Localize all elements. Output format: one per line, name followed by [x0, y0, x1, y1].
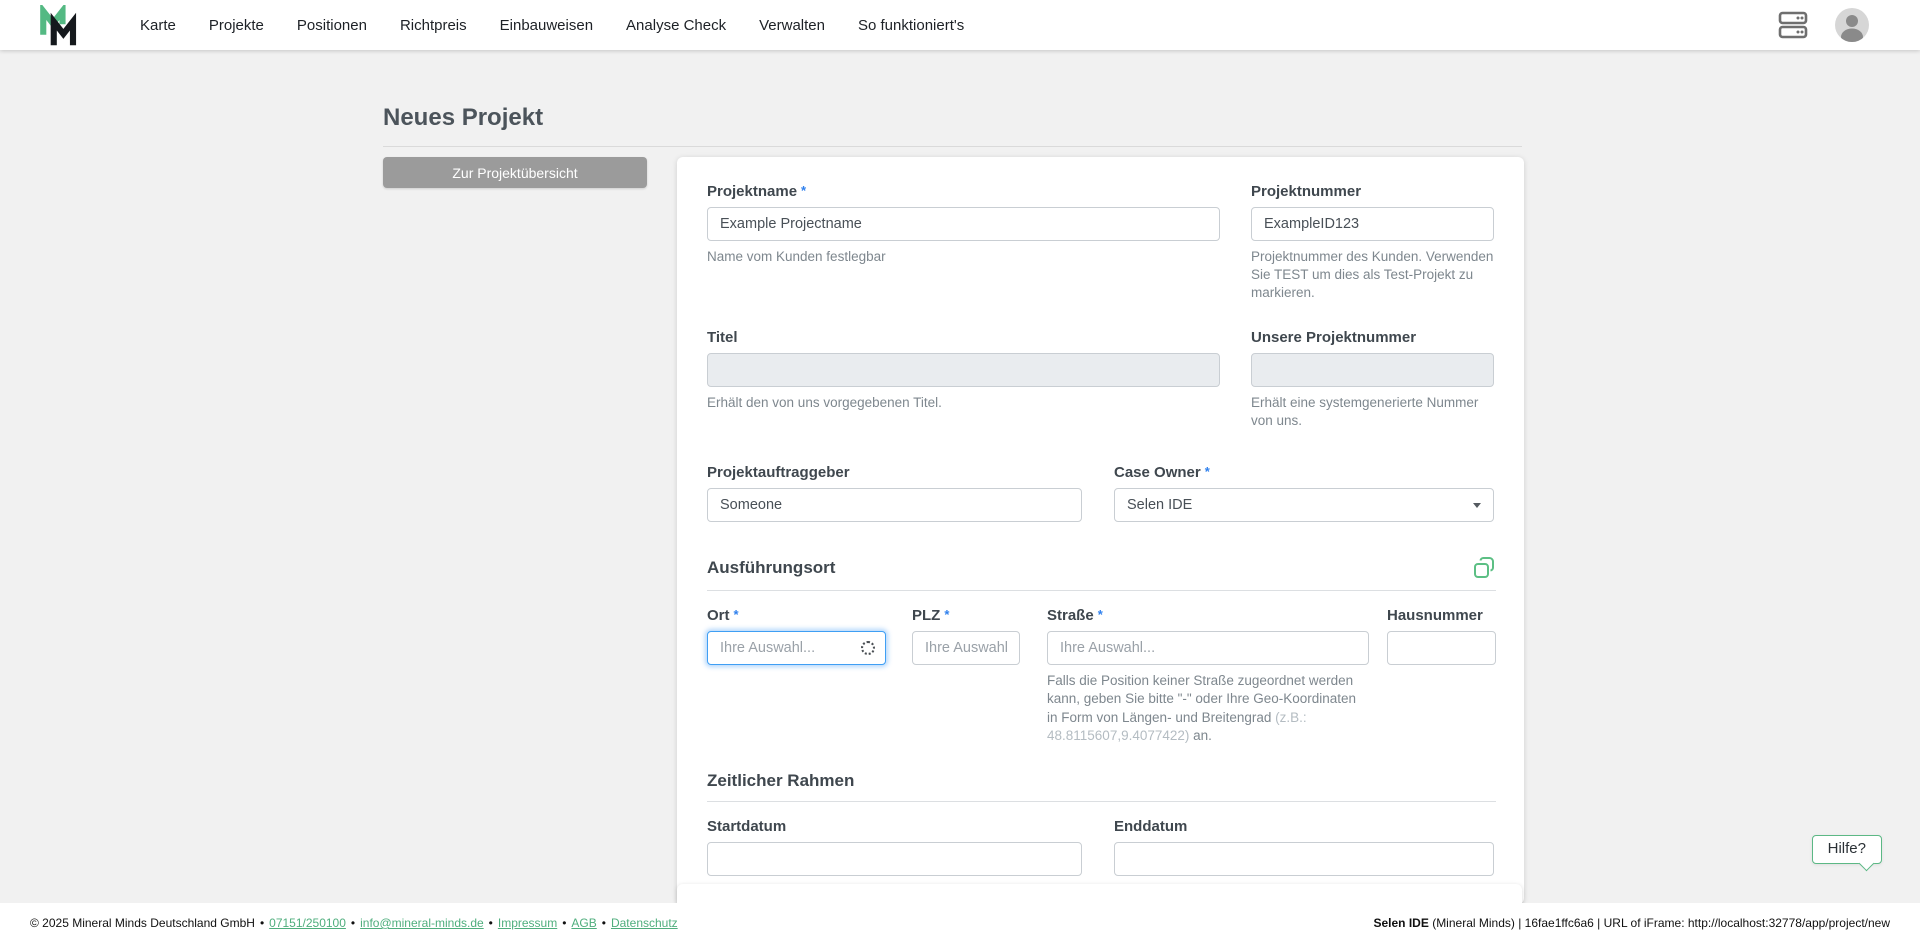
required-asterisk: * — [1205, 464, 1210, 479]
footer-copyright: © 2025 Mineral Minds Deutschland GmbH — [30, 916, 255, 930]
projektname-input[interactable] — [707, 207, 1220, 241]
nav-so-funktionierts[interactable]: So funktioniert's — [858, 17, 964, 34]
projektauftraggeber-label: Projektauftraggeber — [707, 464, 1082, 481]
footer-link-agb[interactable]: AGB — [571, 916, 596, 930]
projektnummer-help: Projektnummer des Kunden. Verwenden Sie … — [1251, 248, 1494, 303]
ort-combobox[interactable] — [707, 631, 886, 665]
projektnummer-label: Projektnummer — [1251, 183, 1494, 200]
required-asterisk: * — [944, 607, 949, 622]
strasse-help: Falls die Position keiner Straße zugeord… — [1047, 672, 1369, 745]
section-divider — [707, 590, 1496, 591]
back-to-project-overview-button[interactable]: Zur Projektübersicht — [383, 157, 647, 188]
case-owner-selected-value: Selen IDE — [1127, 497, 1192, 513]
nav-verwalten[interactable]: Verwalten — [759, 17, 825, 34]
help-button[interactable]: Hilfe? — [1812, 835, 1882, 864]
page-title: Neues Projekt — [383, 104, 1522, 132]
case-owner-select[interactable]: Selen IDE — [1114, 488, 1494, 522]
main-navigation: Karte Projekte Positionen Richtpreis Ein… — [140, 17, 964, 34]
case-owner-label: Case Owner* — [1114, 464, 1494, 481]
ort-input[interactable] — [710, 633, 861, 663]
titel-label: Titel — [707, 329, 1220, 346]
footer-link-impressum[interactable]: Impressum — [498, 916, 557, 930]
unsere-projektnummer-input — [1251, 353, 1494, 387]
ausfuehrungsort-section-title: Ausführungsort — [707, 558, 835, 578]
startdatum-label: Startdatum — [707, 818, 1082, 835]
nav-richtpreis[interactable]: Richtpreis — [400, 17, 467, 34]
projektnummer-input[interactable] — [1251, 207, 1494, 241]
unsere-projektnummer-help: Erhält eine systemgenerierte Nummer von … — [1251, 394, 1494, 430]
server-rack-icon[interactable] — [1778, 11, 1808, 39]
nav-positionen[interactable]: Positionen — [297, 17, 367, 34]
unsere-projektnummer-label: Unsere Projektnummer — [1251, 329, 1494, 346]
section-divider — [707, 801, 1496, 802]
page-content: Neues Projekt Zur Projektübersicht Proje… — [0, 50, 1920, 904]
hausnummer-input[interactable] — [1387, 631, 1496, 665]
ort-label: Ort* — [707, 607, 886, 624]
copy-icon[interactable] — [1472, 556, 1496, 580]
hausnummer-label: Hausnummer — [1387, 607, 1496, 624]
plz-input[interactable] — [912, 631, 1020, 665]
titel-help: Erhält den von uns vorgegebenen Titel. — [707, 394, 1220, 412]
footer: © 2025 Mineral Minds Deutschland GmbH•07… — [0, 903, 1920, 943]
footer-session-info: Selen IDE (Mineral Minds) | 16fae1ffc6a6… — [1374, 916, 1891, 930]
title-divider — [383, 146, 1522, 147]
nav-einbauweisen[interactable]: Einbauweisen — [500, 17, 593, 34]
plz-label: PLZ* — [912, 607, 1020, 624]
enddatum-label: Enddatum — [1114, 818, 1494, 835]
footer-link-email[interactable]: info@mineral-minds.de — [360, 916, 484, 930]
required-asterisk: * — [1098, 607, 1103, 622]
footer-left: © 2025 Mineral Minds Deutschland GmbH•07… — [30, 916, 678, 930]
help-button-label: Hilfe? — [1828, 840, 1866, 857]
required-asterisk: * — [734, 607, 739, 622]
required-asterisk: * — [801, 183, 806, 198]
nav-projekte[interactable]: Projekte — [209, 17, 264, 34]
enddatum-input[interactable] — [1114, 842, 1494, 876]
projektname-help: Name vom Kunden festlegbar — [707, 248, 1220, 266]
strasse-input[interactable] — [1047, 631, 1369, 665]
zeitlicher-rahmen-section-title: Zeitlicher Rahmen — [707, 771, 854, 791]
footer-link-phone[interactable]: 07151/250100 — [269, 916, 346, 930]
projektauftraggeber-input[interactable] — [707, 488, 1082, 522]
footer-link-datenschutz[interactable]: Datenschutz — [611, 916, 678, 930]
titel-input — [707, 353, 1220, 387]
new-project-form-card: Projektname* Name vom Kunden festlegbar … — [677, 157, 1524, 904]
strasse-label: Straße* — [1047, 607, 1369, 624]
nav-karte[interactable]: Karte — [140, 17, 176, 34]
spinner-icon — [861, 641, 875, 655]
chevron-down-icon — [1473, 503, 1481, 508]
user-avatar-icon[interactable] — [1834, 7, 1870, 43]
projektname-label: Projektname* — [707, 183, 1220, 200]
startdatum-input[interactable] — [707, 842, 1082, 876]
mineral-minds-logo-icon[interactable] — [36, 5, 82, 47]
top-nav-bar: Karte Projekte Positionen Richtpreis Ein… — [0, 0, 1920, 50]
nav-analyse-check[interactable]: Analyse Check — [626, 17, 726, 34]
